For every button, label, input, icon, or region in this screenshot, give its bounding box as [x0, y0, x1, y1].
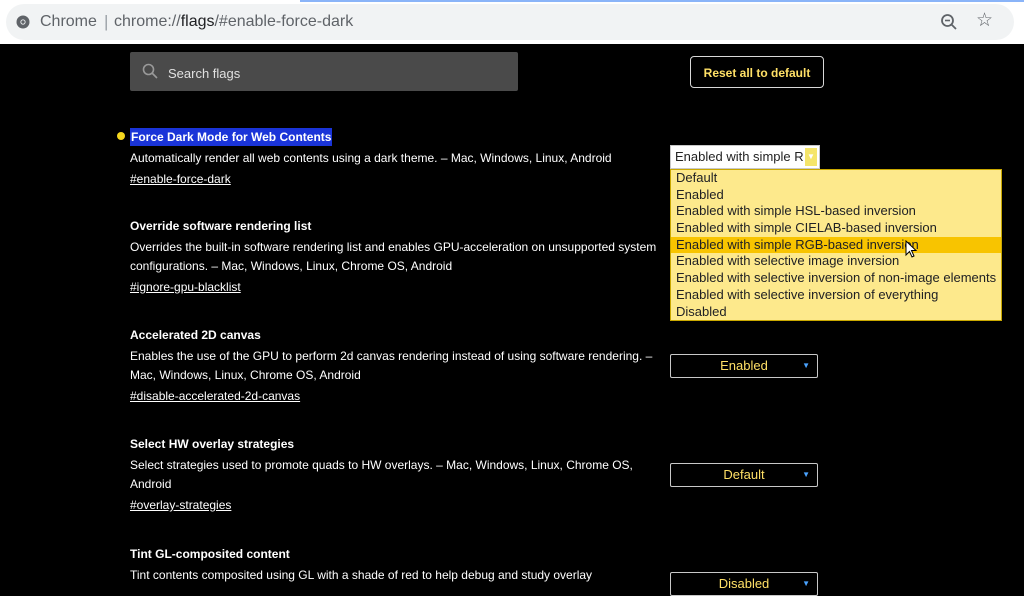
dropdown-option-rgb[interactable]: Enabled with simple RGB-based inversion — [671, 236, 1001, 254]
omnibox-separator: | — [104, 12, 109, 31]
zoom-out-icon[interactable] — [940, 13, 958, 31]
select-value: Enabled with simple R — [675, 149, 804, 164]
select-tint-gl[interactable]: Disabled ▼ — [670, 572, 818, 596]
experiment-permalink[interactable]: #ignore-gpu-blacklist — [130, 278, 660, 297]
dropdown-arrow-icon: ▼ — [802, 361, 810, 370]
address-bar[interactable]: Chrome | chrome://flags/#enable-force-da… — [6, 4, 1014, 40]
tab-strip-edge — [300, 0, 1024, 2]
experiment-description: Overrides the built-in software renderin… — [130, 240, 657, 273]
experiment-description: Select strategies used to promote quads … — [130, 458, 633, 491]
experiment-permalink[interactable]: #overlay-strategies — [130, 496, 660, 515]
experiment-title: Select HW overlay strategies — [130, 437, 295, 451]
chrome-info-icon[interactable] — [16, 15, 30, 29]
url-path: /#enable-force-dark — [214, 13, 354, 30]
url-text[interactable]: chrome://flags/#enable-force-dark — [114, 13, 353, 31]
dropdown-option-selective-everything[interactable]: Enabled with selective inversion of ever… — [671, 287, 1001, 304]
modified-indicator-dot — [117, 132, 125, 140]
browser-toolbar: Chrome | chrome://flags/#enable-force-da… — [0, 0, 1024, 44]
dropdown-menu: Default Enabled Enabled with simple HSL-… — [670, 169, 1002, 321]
dropdown-option-cielab[interactable]: Enabled with simple CIELAB-based inversi… — [671, 220, 1001, 237]
dropdown-option-selective-image[interactable]: Enabled with selective image inversion — [671, 253, 1001, 270]
experiment-permalink[interactable]: #enable-force-dark — [130, 170, 660, 189]
url-host: flags — [180, 13, 215, 30]
experiment-accelerated-2d-canvas: Accelerated 2D canvas Enables the use of… — [130, 326, 660, 406]
dropdown-arrow-icon: ▼ — [805, 148, 817, 166]
experiment-permalink[interactable]: #disable-accelerated-2d-canvas — [130, 387, 660, 406]
dropdown-arrow-icon: ▼ — [802, 470, 810, 479]
experiment-title: Force Dark Mode for Web Contents — [130, 128, 333, 146]
experiment-title: Accelerated 2D canvas — [130, 328, 261, 342]
dropdown-option-disabled[interactable]: Disabled — [671, 304, 1001, 321]
experiment-description: Automatically render all web contents us… — [130, 151, 612, 165]
select-force-dark[interactable]: Enabled with simple R ▼ — [670, 145, 820, 169]
dropdown-option-hsl[interactable]: Enabled with simple HSL-based inversion — [671, 203, 1001, 220]
search-flags-input[interactable] — [166, 62, 500, 84]
bookmark-star-icon[interactable]: ☆ — [976, 11, 993, 31]
experiment-title: Tint GL-composited content — [130, 547, 290, 561]
omnibox-chrome-label: Chrome — [40, 13, 97, 30]
experiment-overlay-strategies: Select HW overlay strategies Select stra… — [130, 435, 660, 515]
experiment-force-dark: Force Dark Mode for Web Contents Automat… — [117, 128, 660, 189]
dropdown-option-enabled[interactable]: Enabled — [671, 187, 1001, 204]
dropdown-option-default[interactable]: Default — [671, 170, 1001, 187]
experiment-description: Tint contents composited using GL with a… — [130, 568, 593, 582]
experiment-description: Enables the use of the GPU to perform 2d… — [130, 349, 653, 382]
select-accelerated-2d-canvas[interactable]: Enabled ▼ — [670, 354, 818, 378]
url-scheme: chrome:// — [114, 13, 181, 30]
experiment-gpu-blacklist: Override software rendering list Overrid… — [130, 217, 660, 297]
reset-all-button[interactable]: Reset all to default — [690, 56, 824, 88]
experiment-tint-gl: Tint GL-composited content Tint contents… — [130, 545, 660, 585]
select-value: Disabled — [718, 576, 770, 591]
mouse-cursor-icon — [905, 240, 918, 258]
select-value: Default — [723, 467, 765, 482]
search-icon — [142, 63, 158, 79]
dropdown-option-selective-non-image[interactable]: Enabled with selective inversion of non-… — [671, 270, 1001, 287]
experiment-title: Override software rendering list — [130, 219, 312, 233]
search-flags-box[interactable] — [130, 52, 518, 91]
select-overlay-strategies[interactable]: Default ▼ — [670, 463, 818, 487]
dropdown-arrow-icon: ▼ — [802, 579, 810, 588]
select-value: Enabled — [720, 358, 768, 373]
